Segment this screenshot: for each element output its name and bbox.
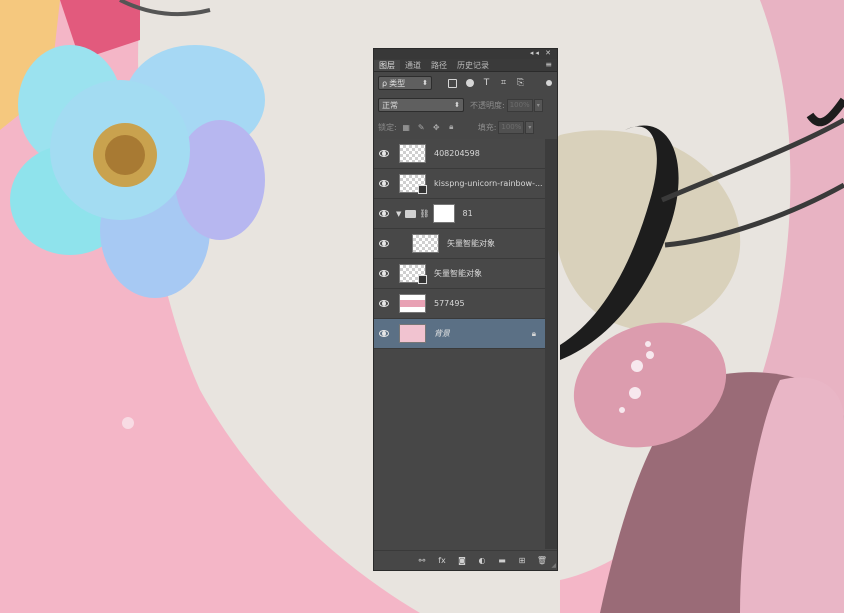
layer-name: 矢量智能对象 xyxy=(447,239,495,248)
smart-object-badge-icon xyxy=(418,185,427,194)
link-layers-icon[interactable]: ⚯ xyxy=(417,556,427,566)
layers-scrollbar[interactable] xyxy=(545,139,557,549)
blend-row: 正常 ⬍ 不透明度: 100% ▾ xyxy=(374,94,557,116)
layers-panel: ◂◂ ✕ 图层 通道 路径 历史记录 ≡ ρ 类型 ⬍ T ⌗ ⎘ 正常 ⬍ 不… xyxy=(373,48,558,571)
adjustment-layer-icon[interactable]: ◐ xyxy=(477,556,487,566)
lock-move-icon[interactable]: ✥ xyxy=(432,123,441,132)
type-filter-icon[interactable]: T xyxy=(482,78,491,88)
layer-thumbnail xyxy=(399,144,426,163)
blend-mode-select[interactable]: 正常 ⬍ xyxy=(378,98,464,112)
image-filter-icon[interactable] xyxy=(448,78,457,88)
opacity-chevron-icon[interactable]: ▾ xyxy=(533,98,543,112)
adjustment-filter-icon[interactable] xyxy=(465,79,474,88)
layer-row-selected[interactable]: 背景 🔒︎ xyxy=(374,319,546,349)
group-row[interactable]: ▼ ⛓ 81 xyxy=(374,199,546,229)
layer-name: kisspng-unicorn-rainbow-... xyxy=(434,179,543,188)
visibility-eye-icon[interactable] xyxy=(374,330,394,337)
smart-object-badge-icon xyxy=(418,275,427,284)
new-layer-icon[interactable]: ⊞ xyxy=(517,556,527,566)
lock-transparent-icon[interactable]: ▦ xyxy=(402,123,411,132)
resize-grip-icon[interactable]: ◢ xyxy=(551,562,556,569)
layer-name: 408204598 xyxy=(434,149,480,158)
visibility-eye-icon[interactable] xyxy=(374,210,394,217)
layer-row[interactable]: 577495 xyxy=(374,289,546,319)
layer-row[interactable]: 矢量智能对象 xyxy=(374,229,546,259)
layer-row[interactable]: kisspng-unicorn-rainbow-... xyxy=(374,169,546,199)
lock-icon: 🔒︎ xyxy=(531,328,536,338)
layer-name: 矢量智能对象 xyxy=(434,269,482,278)
layer-name: 577495 xyxy=(434,299,465,308)
new-group-icon[interactable]: ▬ xyxy=(497,556,507,566)
tab-channels[interactable]: 通道 xyxy=(400,60,426,71)
panel-bottom-toolbar: ⚯ fx ◙ ◐ ▬ ⊞ 🗑 xyxy=(374,550,557,570)
visibility-eye-icon[interactable] xyxy=(374,150,394,157)
mask-link-icon[interactable]: ⛓ xyxy=(419,209,429,218)
filter-toggle-icon[interactable] xyxy=(546,80,552,86)
shape-filter-icon[interactable]: ⌗ xyxy=(499,78,508,88)
tab-paths[interactable]: 路径 xyxy=(426,60,452,71)
visibility-eye-icon[interactable] xyxy=(374,270,394,277)
fill-label: 填充: xyxy=(477,122,497,132)
lock-brush-icon[interactable]: ✎ xyxy=(417,123,426,132)
smart-object-filter-icon[interactable]: ⎘ xyxy=(516,78,525,88)
layer-row[interactable]: 矢量智能对象 xyxy=(374,259,546,289)
layer-name: 81 xyxy=(462,209,473,218)
window-controls[interactable]: ◂◂ ✕ xyxy=(530,49,553,57)
lock-label: 锁定: xyxy=(378,122,397,132)
hamburger-menu-icon[interactable]: ≡ xyxy=(545,60,552,69)
filter-row: ρ 类型 ⬍ T ⌗ ⎘ xyxy=(374,72,557,94)
layer-row[interactable]: 408204598 xyxy=(374,139,546,169)
chevron-updown-icon: ⬍ xyxy=(454,101,460,109)
add-mask-icon[interactable]: ◙ xyxy=(457,556,467,566)
lock-all-icon[interactable]: 🔒︎ xyxy=(447,122,456,132)
layer-thumbnail xyxy=(399,324,426,343)
filter-kind-select[interactable]: ρ 类型 ⬍ xyxy=(378,76,432,90)
layer-name: 背景 xyxy=(434,329,450,338)
folder-icon xyxy=(405,209,417,218)
tab-history[interactable]: 历史记录 xyxy=(452,60,494,71)
fill-input[interactable]: 100% xyxy=(498,120,525,134)
layer-mask-thumbnail[interactable] xyxy=(432,204,455,223)
search-icon: ρ xyxy=(382,78,388,88)
opacity-label: 不透明度: xyxy=(470,100,505,110)
visibility-eye-icon[interactable] xyxy=(374,300,394,307)
panel-titlebar: ◂◂ ✕ xyxy=(374,49,557,59)
blend-mode-value: 正常 xyxy=(382,100,398,110)
tab-layers[interactable]: 图层 xyxy=(374,60,400,71)
fx-icon[interactable]: fx xyxy=(437,556,447,566)
opacity-input[interactable]: 100% xyxy=(506,98,533,112)
delete-icon[interactable]: 🗑 xyxy=(537,556,547,566)
fill-chevron-icon[interactable]: ▾ xyxy=(525,120,535,134)
layer-thumbnail xyxy=(399,264,427,284)
layer-thumbnail xyxy=(399,174,427,194)
lock-row: 锁定: ▦ ✎ ✥ 🔒︎ 填充: 100% ▾ xyxy=(374,116,557,138)
filter-kind-label: 类型 xyxy=(389,78,406,88)
expand-triangle-icon[interactable]: ▼ xyxy=(396,210,401,218)
visibility-eye-icon[interactable] xyxy=(374,240,394,247)
layer-thumbnail xyxy=(399,294,426,313)
layers-list: 408204598 kisspng-unicorn-rainbow-... ▼ … xyxy=(374,139,546,349)
visibility-eye-icon[interactable] xyxy=(374,180,394,187)
panel-tabs: 图层 通道 路径 历史记录 ≡ xyxy=(374,59,557,72)
chevron-updown-icon: ⬍ xyxy=(422,79,428,87)
layer-thumbnail xyxy=(412,234,439,253)
